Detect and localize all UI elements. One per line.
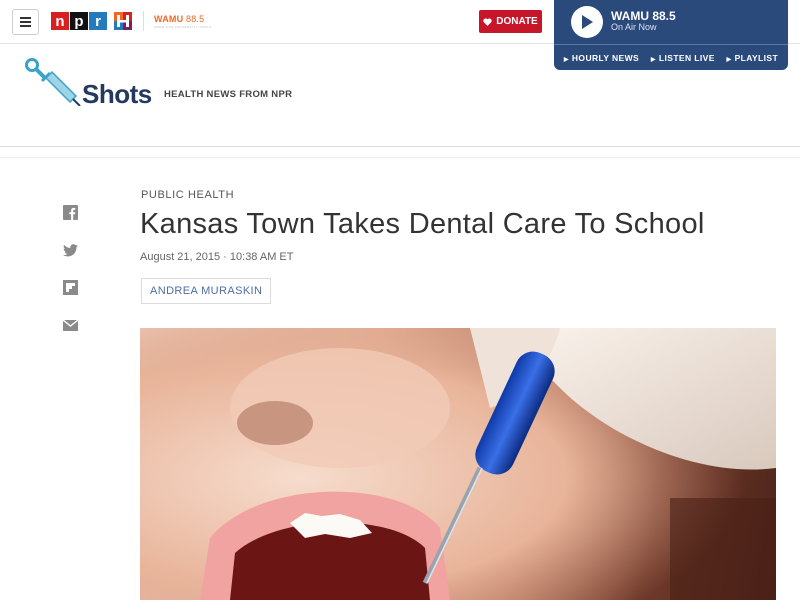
npr-logo-n: n — [51, 12, 69, 30]
email-icon — [62, 319, 78, 331]
article-lead-photo[interactable] — [140, 328, 776, 600]
header-divider — [0, 146, 800, 147]
menu-button[interactable] — [12, 9, 39, 35]
wamu-logo-name: WAMU — [154, 14, 184, 24]
play-button[interactable] — [571, 6, 603, 38]
author-name: ANDREA MURASKIN — [150, 285, 263, 297]
email-share-button[interactable] — [62, 317, 78, 333]
facebook-share-button[interactable] — [62, 204, 78, 220]
npr-logo[interactable]: n p r — [51, 12, 108, 30]
facebook-icon — [62, 204, 78, 220]
wamu-logo-tagline: AMERICAN UNIVERSITY RADIO — [154, 25, 212, 29]
author-byline-button[interactable]: ANDREA MURASKIN — [141, 278, 272, 304]
child-dental-exam-photo — [140, 328, 776, 600]
player-on-air-status: On Air Now — [611, 22, 657, 32]
topbar-divider — [143, 11, 144, 31]
h-logo-icon — [114, 12, 132, 30]
twitter-share-button[interactable] — [62, 242, 78, 258]
npr-logo-p: p — [70, 12, 88, 30]
flipboard-icon — [62, 279, 78, 295]
heart-icon — [483, 17, 492, 26]
wamu-logo[interactable]: WAMU 88.5 AMERICAN UNIVERSITY RADIO — [154, 14, 211, 29]
npr-logo-r: r — [89, 12, 107, 30]
article-category[interactable]: PUBLIC HEALTH — [141, 189, 234, 201]
player-station-name: WAMU 88.5 — [611, 9, 676, 23]
twitter-icon — [62, 243, 78, 256]
wamu-logo-freq: 88.5 — [186, 14, 205, 24]
play-icon — [582, 15, 593, 29]
article-headline: Kansas Town Takes Dental Care To School — [140, 208, 705, 240]
header-divider-secondary — [0, 157, 800, 158]
menu-icon — [20, 17, 31, 19]
section-header: Shots HEALTH NEWS FROM NPR — [0, 44, 800, 146]
donate-button[interactable]: DONATE — [479, 10, 542, 33]
donate-label: DONATE — [496, 16, 538, 27]
flipboard-share-button[interactable] — [62, 279, 78, 295]
article-dateline: August 21, 2015 · 10:38 AM ET — [140, 251, 294, 263]
section-title[interactable]: Shots — [82, 79, 152, 110]
section-tagline: HEALTH NEWS FROM NPR — [164, 89, 293, 100]
